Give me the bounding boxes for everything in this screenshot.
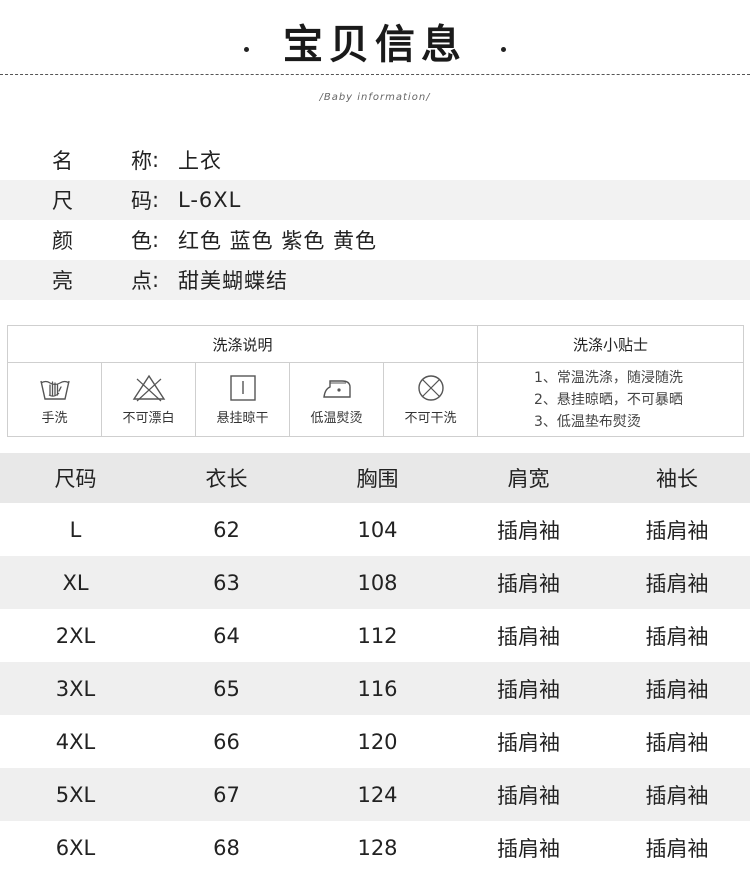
info-row-highlight: 亮点 : 甜美蝴蝶结 — [0, 260, 750, 300]
no-dry-clean-icon — [417, 375, 444, 401]
table-row: 3XL 65 116 插肩袖 插肩袖 — [0, 662, 750, 715]
table-cell: 插肩袖 — [645, 677, 709, 702]
dashed-divider — [0, 74, 750, 75]
table-cell: 插肩袖 — [497, 836, 560, 861]
table-cell: 3XL — [55, 676, 96, 701]
table-row: 6XL 68 128 插肩袖 插肩袖 — [0, 821, 750, 874]
table-cell: 104 — [357, 517, 398, 542]
wash-tip: 1、常温洗涤，随浸随洗 — [534, 369, 683, 386]
table-cell: 63 — [213, 570, 240, 595]
title-left-dot — [244, 47, 249, 52]
table-cell: 120 — [357, 729, 398, 754]
size-table: 尺码 衣长 胸围 肩宽 袖长 L 62 104 插肩袖 插肩袖 XL 63 10… — [0, 453, 750, 874]
info-key: 名称 — [52, 149, 152, 173]
product-info: 名称 : 上衣 尺码 : L-6XL 颜色 : 红色 蓝色 紫色 黄色 亮点 :… — [0, 140, 750, 300]
table-cell: L — [69, 517, 82, 542]
wash-label: 低温熨烫 — [310, 411, 363, 426]
wash-cell-low-iron: 低温熨烫 — [290, 363, 384, 436]
table-cell: 插肩袖 — [497, 677, 560, 702]
table-cell: 64 — [213, 623, 240, 648]
table-row: 5XL 67 124 插肩袖 插肩袖 — [0, 768, 750, 821]
info-key: 颜色 — [52, 229, 152, 253]
table-cell: 插肩袖 — [645, 836, 709, 861]
table-cell: 插肩袖 — [497, 783, 560, 808]
wash-cell-no-bleach: 不可漂白 — [102, 363, 196, 436]
info-row-color: 颜色 : 红色 蓝色 紫色 黄色 — [0, 220, 750, 260]
table-row: 4XL 66 120 插肩袖 插肩袖 — [0, 715, 750, 768]
column-header: 袖长 — [656, 467, 698, 491]
table-row: 2XL 64 112 插肩袖 插肩袖 — [0, 609, 750, 662]
wash-tips-list: 1、常温洗涤，随浸随洗 2、悬挂晾晒，不可暴晒 3、低温垫布熨烫 — [478, 363, 743, 436]
wash-cell-no-dry-clean: 不可干洗 — [384, 363, 477, 436]
wash-instructions-panel: 洗涤说明 手洗 不可漂白 悬挂晾干 低温熨烫 不可干洗 — [8, 326, 478, 436]
table-cell: 2XL — [55, 623, 96, 648]
info-row-size: 尺码 : L-6XL — [0, 180, 750, 220]
table-cell: 67 — [213, 782, 240, 807]
table-cell: 插肩袖 — [497, 571, 560, 596]
wash-instructions-title: 洗涤说明 — [8, 326, 477, 363]
no-bleach-icon — [132, 374, 165, 402]
wash-tips-panel: 洗涤小贴士 1、常温洗涤，随浸随洗 2、悬挂晾晒，不可暴晒 3、低温垫布熨烫 — [478, 326, 743, 436]
wash-label: 不可漂白 — [122, 411, 175, 426]
table-cell: 插肩袖 — [497, 518, 560, 543]
table-cell: 5XL — [55, 782, 96, 807]
wash-cell-hand-wash: 手洗 — [8, 363, 102, 436]
hang-dry-icon — [229, 375, 256, 401]
table-cell: 插肩袖 — [645, 571, 709, 596]
table-cell: 108 — [357, 570, 398, 595]
column-header: 胸围 — [356, 467, 399, 491]
table-cell: 66 — [213, 729, 240, 754]
table-cell: 插肩袖 — [497, 730, 560, 755]
table-cell: 112 — [357, 623, 398, 648]
table-cell: 6XL — [55, 835, 96, 860]
table-cell: 62 — [213, 517, 240, 542]
wash-cell-hang-dry: 悬挂晾干 — [196, 363, 290, 436]
info-value: 红色 蓝色 紫色 黄色 — [178, 229, 378, 253]
wash-instructions: 洗涤说明 手洗 不可漂白 悬挂晾干 低温熨烫 不可干洗 洗涤小贴士 1、常温洗涤… — [7, 325, 744, 437]
info-row-name: 名称 : 上衣 — [0, 140, 750, 180]
table-row: L 62 104 插肩袖 插肩袖 — [0, 503, 750, 556]
table-cell: 65 — [213, 676, 240, 701]
table-row: XL 63 108 插肩袖 插肩袖 — [0, 556, 750, 609]
info-value: 上衣 — [178, 149, 222, 173]
table-cell: 插肩袖 — [645, 518, 709, 543]
page-title: 宝贝信息 — [283, 21, 467, 68]
wash-label: 悬挂晾干 — [216, 411, 269, 426]
table-cell: 128 — [357, 835, 398, 860]
wash-tips-title: 洗涤小贴士 — [478, 326, 743, 363]
table-cell: 插肩袖 — [497, 624, 560, 649]
info-key: 尺码 — [52, 189, 152, 213]
table-cell: 124 — [357, 782, 398, 807]
info-value: 甜美蝴蝶结 — [178, 269, 288, 293]
table-cell: 68 — [213, 835, 240, 860]
title-row: 宝贝信息 — [0, 12, 750, 70]
table-cell: 插肩袖 — [645, 624, 709, 649]
info-key: 亮点 — [52, 269, 152, 293]
table-cell: 插肩袖 — [645, 783, 709, 808]
hand-wash-icon — [39, 380, 70, 400]
table-cell: 116 — [357, 676, 398, 701]
title-right-dot — [501, 47, 506, 52]
header-section: 宝贝信息 /Baby information/ — [0, 0, 750, 120]
wash-label: 不可干洗 — [404, 411, 457, 426]
wash-label: 手洗 — [41, 411, 68, 426]
info-value: L-6XL — [178, 188, 242, 212]
wash-tip: 3、低温垫布熨烫 — [534, 413, 641, 430]
wash-icons-row: 手洗 不可漂白 悬挂晾干 低温熨烫 不可干洗 — [8, 363, 477, 436]
page-subtitle: /Baby information/ — [319, 92, 431, 103]
table-cell: XL — [62, 570, 89, 595]
column-header: 肩宽 — [507, 467, 550, 491]
column-header: 衣长 — [205, 467, 248, 491]
size-table-header: 尺码 衣长 胸围 肩宽 袖长 — [0, 453, 750, 503]
low-iron-icon — [322, 380, 351, 398]
table-cell: 插肩袖 — [645, 730, 709, 755]
wash-tip: 2、悬挂晾晒，不可暴晒 — [534, 391, 683, 408]
table-cell: 4XL — [55, 729, 96, 754]
column-header: 尺码 — [54, 467, 97, 491]
